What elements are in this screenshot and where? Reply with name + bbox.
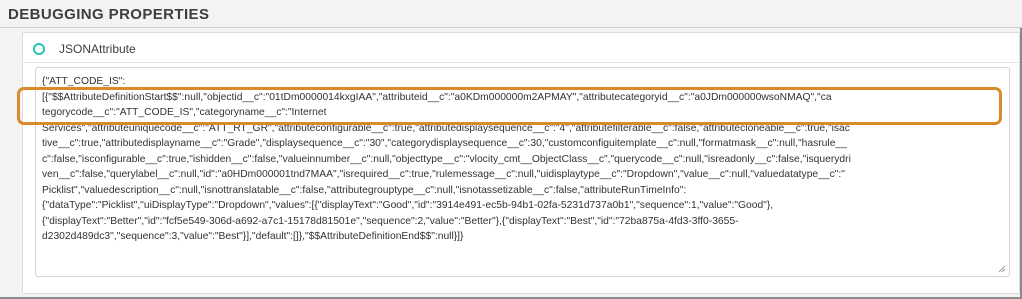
json-line: tive__c":true,"attributedisplayname__c":… bbox=[42, 138, 847, 149]
attribute-card: JSONAttribute {"ATT_CODE_IS": [{"$$Attri… bbox=[22, 32, 1020, 294]
radio-button[interactable] bbox=[33, 43, 45, 55]
json-line: {"dataType":"Picklist","uiDisplayType":"… bbox=[42, 200, 774, 211]
title-divider bbox=[0, 27, 1022, 28]
debugging-properties-panel: DEBUGGING PROPERTIES JSONAttribute {"ATT… bbox=[0, 0, 1022, 299]
attribute-header[interactable]: JSONAttribute bbox=[33, 38, 136, 60]
attribute-name: JSONAttribute bbox=[59, 42, 136, 56]
json-line: Picklist","valuedescription__c":null,"is… bbox=[42, 184, 687, 196]
card-divider bbox=[23, 62, 1019, 63]
json-line: {"displayText":"Better","id":"fcf5e549-3… bbox=[42, 215, 739, 227]
json-line: [{"$$AttributeDefinitionStart$$":null,"o… bbox=[42, 91, 832, 103]
json-line: ven__c":false,"querylabel__c":null,"id":… bbox=[42, 169, 845, 180]
json-line: tegorycode__c":"ATT_CODE_IS","categoryna… bbox=[42, 107, 327, 118]
json-content: {"ATT_CODE_IS": [{"$$AttributeDefinition… bbox=[42, 74, 1007, 245]
json-line: d2302d489dc3","sequence":3,"value":"Best… bbox=[42, 231, 464, 242]
section-title: DEBUGGING PROPERTIES bbox=[8, 6, 210, 23]
json-line: Services","attributeuniquecode__c":"ATT_… bbox=[42, 122, 850, 134]
json-line: c":false,"isconfigurable__c":true,"ishid… bbox=[42, 153, 851, 165]
resize-handle-icon[interactable] bbox=[998, 265, 1006, 273]
json-textarea[interactable]: {"ATT_CODE_IS": [{"$$AttributeDefinition… bbox=[35, 67, 1010, 277]
json-line: {"ATT_CODE_IS": bbox=[42, 76, 126, 87]
